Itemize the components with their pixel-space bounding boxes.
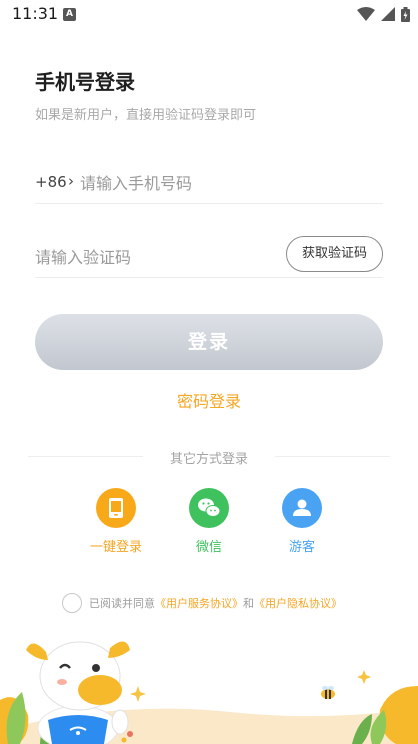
page-title: 手机号登录: [35, 70, 135, 94]
agreement-row: 已阅读并同意 《用户服务协议》 和 《用户隐私协议》: [62, 592, 342, 614]
phone-icon: [109, 498, 123, 518]
wechat-login-circle[interactable]: [189, 488, 229, 528]
wifi-icon: [357, 7, 375, 21]
other-methods-title: 其它方式登录: [169, 452, 248, 467]
battery-icon: [401, 6, 410, 22]
password-login-link[interactable]: 密码登录: [0, 388, 418, 412]
privacy-agreement-link[interactable]: 《用户隐私协议》: [254, 595, 342, 611]
verification-code-input[interactable]: [35, 244, 255, 270]
country-code-selector[interactable]: +86: [35, 173, 67, 191]
status-bar: 11:31 A: [0, 0, 418, 30]
wechat-login-label: 微信: [195, 540, 222, 555]
page-subtitle: 如果是新用户，直接用验证码登录即可: [35, 108, 257, 123]
mascot-illustration: [0, 641, 418, 744]
service-agreement-link[interactable]: 《用户服务协议》: [155, 595, 243, 611]
guest-login-button[interactable]: 游客: [262, 488, 342, 555]
notification-icon: A: [63, 8, 76, 21]
chevron-right-icon[interactable]: ›: [68, 172, 74, 190]
wechat-login-button[interactable]: 微信: [169, 488, 249, 555]
status-icons: [357, 6, 410, 22]
agreement-prefix: 已阅读并同意: [89, 597, 155, 610]
verification-code-field: 获取验证码: [35, 236, 383, 278]
one-click-login-label: 一键登录: [89, 540, 142, 555]
phone-input[interactable]: [80, 170, 380, 196]
guest-login-label: 游客: [288, 540, 315, 555]
get-code-button[interactable]: 获取验证码: [286, 236, 383, 272]
phone-field: +86 ›: [35, 166, 383, 204]
one-click-login-button[interactable]: 一键登录: [76, 488, 156, 555]
agreement-conjunction: 和: [243, 597, 254, 610]
wechat-icon: [198, 498, 221, 517]
user-icon: [293, 499, 311, 516]
login-button[interactable]: 登录: [35, 314, 383, 370]
agreement-checkbox[interactable]: [62, 593, 82, 613]
status-time: 11:31: [12, 4, 59, 23]
guest-login-circle[interactable]: [282, 488, 322, 528]
signal-icon: [381, 7, 395, 21]
one-click-login-circle[interactable]: [96, 488, 136, 528]
